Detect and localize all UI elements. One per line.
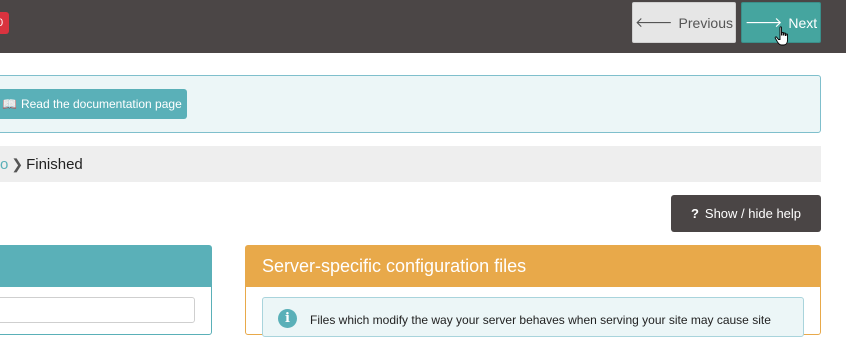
server-config-note-text: Files which modify the way your server b… (310, 313, 771, 327)
read-documentation-button[interactable]: 📖 Read the documentation page (0, 89, 187, 119)
left-panel-input[interactable] (0, 297, 195, 323)
question-icon: ? (690, 206, 699, 221)
hand-pointer-icon (774, 26, 788, 46)
previous-button-label: Previous (678, 14, 733, 31)
info-icon: i (278, 309, 297, 328)
book-icon: 📖 (2, 97, 17, 111)
chevron-right-icon: ❯ (11, 155, 24, 172)
server-config-panel-title: Server-specific configuration files (246, 246, 820, 287)
show-hide-help-button[interactable]: ? Show / hide help (671, 195, 821, 232)
left-panel-header (0, 246, 211, 287)
read-documentation-label: Read the documentation page (20, 97, 182, 111)
show-hide-help-label: Show / hide help (704, 206, 802, 221)
arrow-left-icon: 🡐 (634, 14, 673, 30)
notification-badge: 0 (0, 12, 9, 34)
breadcrumb-previous-link[interactable]: o (0, 156, 8, 173)
next-button-label: Next (788, 14, 818, 31)
breadcrumb-current: Finished (26, 155, 83, 173)
previous-button[interactable]: 🡐 Previous (632, 2, 736, 43)
breadcrumb: o ❯ Finished (0, 146, 821, 182)
